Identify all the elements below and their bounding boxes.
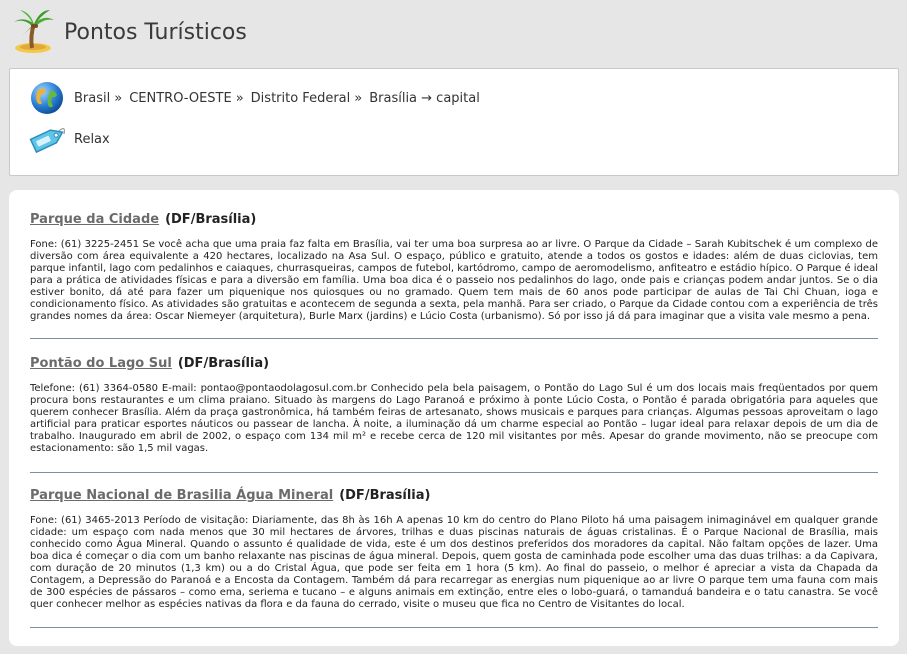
tag-row: Relax: [28, 121, 110, 157]
attraction-link[interactable]: Parque da Cidade: [30, 212, 159, 227]
attraction-location: (DF/Brasília): [339, 488, 431, 503]
attraction-description: Telefone: (61) 3364-0580 E-mail: pontao@…: [30, 383, 878, 454]
breadcrumb-item-city[interactable]: Brasília → capital: [369, 91, 480, 106]
attractions-list: Parque da Cidade (DF/Brasília) Fone: (61)…: [9, 190, 899, 646]
breadcrumb: Brasil » CENTRO-OESTE » Distrito Federal…: [30, 81, 480, 115]
list-item: Parque Nacional de Brasilia Água Mineral…: [30, 487, 878, 628]
breadcrumb-separator: »: [354, 90, 363, 106]
breadcrumb-item-country[interactable]: Brasil: [74, 91, 110, 106]
attraction-location: (DF/Brasília): [177, 356, 270, 371]
attraction-link[interactable]: Pontão do Lago Sul: [30, 356, 172, 371]
attraction-link[interactable]: Parque Nacional de Brasilia Água Mineral: [30, 488, 333, 503]
page-title: Pontos Turísticos: [64, 20, 247, 45]
attraction-heading: Pontão do Lago Sul (DF/Brasília): [30, 356, 878, 371]
list-item: Parque da Cidade (DF/Brasília) Fone: (61)…: [30, 210, 878, 339]
tag-label[interactable]: Relax: [74, 132, 110, 147]
attraction-description: Fone: (61) 3225-2451 Se você acha que um…: [30, 239, 878, 322]
palm-tree-island-icon: [14, 10, 54, 53]
attraction-heading: Parque Nacional de Brasilia Água Mineral…: [30, 488, 878, 503]
tag-icon: [29, 128, 66, 154]
attraction-heading: Parque da Cidade (DF/Brasília): [30, 212, 878, 227]
breadcrumb-separator: »: [235, 90, 244, 106]
list-item: Pontão do Lago Sul (DF/Brasília) Telefone…: [30, 353, 878, 473]
attraction-location: (DF/Brasília): [165, 212, 257, 227]
breadcrumb-separator: »: [114, 90, 123, 106]
breadcrumb-item-state[interactable]: Distrito Federal: [251, 91, 351, 106]
attraction-description: Fone: (61) 3465-2013 Período de visitaçã…: [30, 515, 878, 610]
page-header: Pontos Turísticos: [0, 0, 907, 66]
globe-icon: [31, 82, 63, 114]
breadcrumb-item-region[interactable]: CENTRO-OESTE: [129, 91, 232, 106]
breadcrumb-panel: Brasil » CENTRO-OESTE » Distrito Federal…: [9, 68, 899, 176]
